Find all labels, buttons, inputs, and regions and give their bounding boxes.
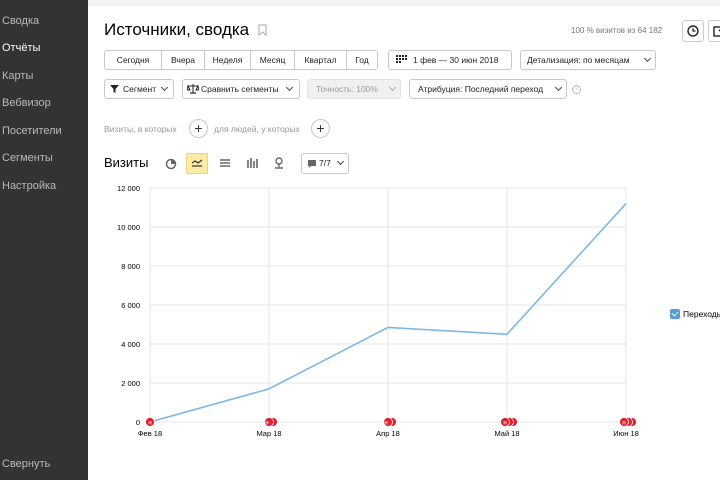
bookmark-icon[interactable] bbox=[258, 24, 267, 36]
sidebar-item-webvisor[interactable]: Вебвизор bbox=[2, 97, 51, 109]
segment-label: Сегмент bbox=[123, 84, 157, 94]
date-range-button[interactable]: 1 фев — 30 июн 2018 bbox=[388, 50, 512, 70]
period-year[interactable]: Год bbox=[347, 51, 377, 69]
x-tick-label: Июн 18 bbox=[613, 429, 639, 438]
help-icon[interactable]: ? bbox=[572, 85, 581, 94]
segment-dropdown[interactable]: Сегмент bbox=[104, 79, 174, 99]
detail-label: Детализация: по месяцам bbox=[527, 55, 630, 65]
x-tick-label: Фев 18 bbox=[138, 429, 162, 438]
period-week[interactable]: Неделя bbox=[205, 51, 251, 69]
area-chart-toggle[interactable] bbox=[214, 153, 236, 174]
comment-icon bbox=[308, 160, 316, 168]
x-tick-label: Май 18 bbox=[494, 429, 519, 438]
sidebar-item-settings[interactable]: Настройка bbox=[2, 180, 56, 192]
chevron-down-icon bbox=[388, 83, 397, 92]
visits-filter-label: Визиты, в которых bbox=[104, 124, 177, 134]
annotation-marker-glyph: н bbox=[148, 420, 151, 426]
filter-icon bbox=[110, 85, 119, 93]
y-tick-label: 12 000 bbox=[117, 184, 140, 193]
sidebar-item-reports[interactable]: Отчёты bbox=[2, 42, 40, 54]
annotation-marker-glyph: н bbox=[265, 420, 268, 426]
sidebar-item-summary[interactable]: Сводка bbox=[2, 15, 39, 27]
annotation-marker-glyph: н bbox=[384, 420, 387, 426]
date-range-label: 1 фев — 30 июн 2018 bbox=[413, 55, 499, 65]
y-tick-label: 8 000 bbox=[121, 262, 140, 271]
goals-dropdown[interactable]: 7/7 bbox=[301, 153, 349, 174]
period-quarter[interactable]: Квартал bbox=[295, 51, 347, 69]
x-tick-label: Апр 18 bbox=[376, 429, 400, 438]
pie-chart-toggle[interactable] bbox=[160, 153, 182, 174]
y-tick-label: 2 000 bbox=[121, 379, 140, 388]
export-icon bbox=[713, 26, 720, 37]
bar-chart-icon bbox=[247, 158, 258, 168]
legend-label: Переходы bbox=[683, 309, 720, 319]
detail-dropdown[interactable]: Детализация: по месяцам bbox=[520, 50, 656, 70]
annotation-marker-glyph: н bbox=[503, 420, 506, 426]
compare-segments-dropdown[interactable]: Сравнить сегменты bbox=[182, 79, 300, 99]
x-tick-label: Мар 18 bbox=[256, 429, 281, 438]
chevron-down-icon bbox=[336, 157, 345, 166]
period-yesterday[interactable]: Вчера bbox=[162, 51, 205, 69]
chart-legend[interactable]: Переходы bbox=[670, 309, 720, 319]
y-tick-label: 0 bbox=[136, 418, 140, 427]
legend-checkbox[interactable] bbox=[670, 309, 680, 319]
add-visits-filter-button[interactable]: + bbox=[189, 119, 208, 138]
compare-label: Сравнить сегменты bbox=[201, 84, 279, 94]
bar-chart-toggle[interactable] bbox=[241, 153, 263, 174]
line-chart-toggle[interactable] bbox=[186, 153, 208, 174]
page-title: Источники, сводка bbox=[104, 20, 250, 39]
calendar-icon bbox=[396, 55, 407, 63]
attribution-dropdown[interactable]: Атрибуция: Последний переход bbox=[409, 79, 567, 99]
accuracy-label: Точность: 100% bbox=[316, 84, 378, 94]
sidebar-item-segments[interactable]: Сегменты bbox=[2, 152, 53, 164]
chevron-down-icon bbox=[643, 54, 652, 63]
sidebar-item-visitors[interactable]: Посетители bbox=[2, 125, 62, 137]
period-selector: Сегодня Вчера Неделя Месяц Квартал Год bbox=[104, 50, 378, 70]
map-chart-toggle[interactable] bbox=[268, 153, 290, 174]
line-chart-icon bbox=[191, 159, 203, 167]
people-filter-label: для людей, у которых bbox=[214, 124, 300, 134]
accuracy-dropdown: Точность: 100% bbox=[307, 79, 401, 99]
collapse-sidebar-button[interactable]: Свернуть bbox=[2, 458, 50, 470]
annotation-marker-glyph: н bbox=[622, 420, 625, 426]
top-strip bbox=[88, 0, 720, 6]
sidebar: Сводка Отчёты Карты Вебвизор Посетители … bbox=[0, 0, 88, 480]
scales-icon bbox=[187, 84, 199, 94]
area-chart-icon bbox=[220, 159, 230, 167]
pie-chart-icon bbox=[165, 158, 177, 170]
y-tick-label: 4 000 bbox=[121, 340, 140, 349]
period-today[interactable]: Сегодня bbox=[105, 51, 162, 69]
sidebar-item-maps[interactable]: Карты bbox=[2, 70, 33, 82]
y-tick-label: 6 000 bbox=[121, 301, 140, 310]
chevron-down-icon bbox=[160, 83, 169, 92]
export-button[interactable] bbox=[708, 20, 720, 42]
chevron-down-icon bbox=[285, 83, 294, 92]
attribution-label: Атрибуция: Последний переход bbox=[418, 84, 544, 94]
goals-label: 7/7 bbox=[319, 158, 331, 168]
add-people-filter-button[interactable]: + bbox=[311, 119, 330, 138]
map-pin-icon bbox=[275, 157, 283, 169]
period-month[interactable]: Месяц bbox=[251, 51, 295, 69]
chevron-down-icon bbox=[554, 83, 563, 92]
visits-info: 100 % визитов из 64 182 bbox=[571, 26, 663, 35]
clock-icon bbox=[687, 25, 699, 37]
y-tick-label: 10 000 bbox=[117, 223, 140, 232]
main-panel: Источники, сводка 100 % визитов из 64 18… bbox=[88, 0, 720, 480]
history-button[interactable] bbox=[682, 20, 704, 42]
chart-metric-label: Визиты bbox=[104, 155, 149, 170]
visits-line-chart: 02 0004 0006 0008 00010 00012 000 ннннн … bbox=[117, 184, 639, 438]
